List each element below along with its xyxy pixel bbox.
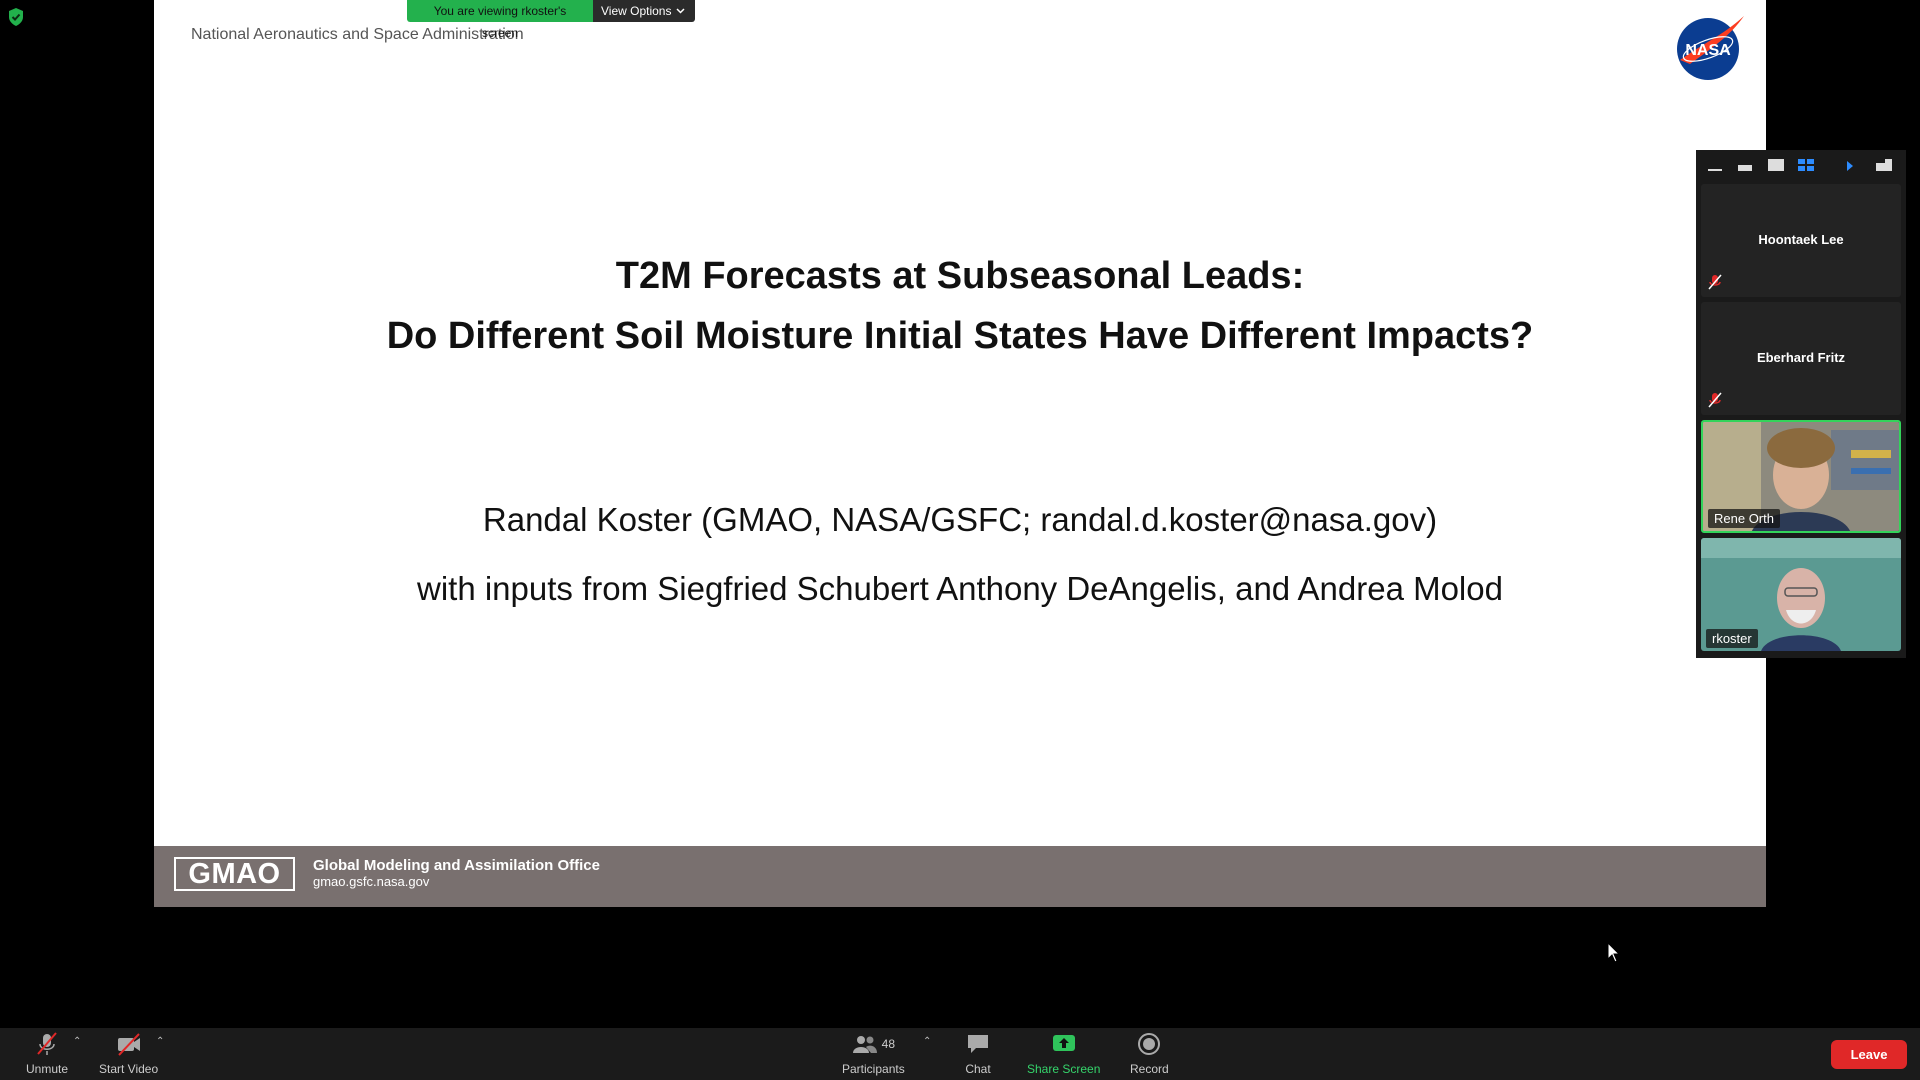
record-label: Record [1130,1062,1169,1076]
minimize-icon[interactable] [1708,159,1726,171]
nasa-logo-text: NASA [1685,42,1731,59]
record-icon [1138,1033,1161,1055]
hide-video-icon[interactable] [1738,159,1756,171]
slide-title-line1: T2M Forecasts at Subseasonal Leads: [615,255,1305,297]
exit-panel-icon[interactable] [1876,159,1894,171]
share-screen-icon [1052,1035,1075,1051]
muted-mic-icon [1708,274,1722,290]
start-video-button[interactable]: Start Video [99,1032,158,1076]
nasa-logo: NASA [1677,16,1744,80]
chat-label: Chat [965,1062,991,1076]
participants-button[interactable]: 48 Participants [842,1032,905,1076]
view-options-label: View Options [601,4,672,18]
start-video-label: Start Video [99,1062,159,1076]
nasa-agency-text: National Aeronautics and Space Administr… [191,26,524,43]
chevron-down-icon [676,8,686,14]
share-screen-button[interactable]: Share Screen [1027,1032,1100,1076]
participants-options-caret-icon[interactable]: ⌃ [923,1036,931,1047]
muted-mic-icon [1708,392,1722,408]
footer-url: gmao.gsfc.nasa.gov [313,874,430,889]
participant-name-label: Rene Orth [1708,509,1780,528]
author-line2: with inputs from Siegfried Schubert Anth… [417,570,1503,607]
footer-office-name: Global Modeling and Assimilation Office [313,857,600,874]
chat-button[interactable]: Chat [965,1032,991,1076]
participant-video-tile[interactable]: Rene Orth [1701,420,1901,533]
chat-icon [968,1035,988,1053]
leave-button[interactable]: Leave [1831,1040,1907,1069]
author-line1: Randal Koster (GMAO, NASA/GSFC; randal.d… [482,501,1438,538]
speaker-view-icon[interactable] [1768,159,1786,171]
participant-name-label: rkoster [1706,629,1758,648]
muted-mic-icon [37,1032,57,1055]
participant-name: Eberhard Fritz [1756,350,1846,365]
unmute-label: Unmute [26,1062,69,1076]
meeting-toolbar: Unmute ⌃ Start Video ⌃ 48 Participants ⌃… [0,1028,1920,1080]
video-panel-toolbar [1696,150,1906,180]
participant-tile[interactable]: Hoontaek Lee [1701,184,1901,297]
gmao-logo: GMAO [174,857,295,891]
next-page-icon[interactable] [1846,159,1864,171]
slide-footer-bar: GMAO Global Modeling and Assimilation Of… [154,846,1766,907]
record-button[interactable]: Record [1130,1032,1169,1076]
viewing-screen-label: You are viewing rkoster's screen [407,0,593,40]
video-off-icon [117,1033,140,1056]
participants-icon [852,1036,877,1053]
participants-count: 48 [881,1037,896,1051]
gallery-view-icon[interactable] [1798,159,1816,171]
shared-screen-slide: National Aeronautics and Space Administr… [154,0,1766,907]
share-screen-label: Share Screen [1027,1062,1101,1076]
unmute-button[interactable]: Unmute [26,1032,68,1076]
participant-name: Hoontaek Lee [1758,232,1844,247]
participant-video-tile[interactable]: rkoster [1701,538,1901,651]
screen-share-banner: You are viewing rkoster's screen View Op… [407,0,695,40]
video-panel: Hoontaek Lee Eberhard Fritz Rene Orth rk… [1696,150,1906,658]
participants-label: Participants [842,1062,905,1076]
audio-options-caret-icon[interactable]: ⌃ [73,1036,81,1047]
participant-tile[interactable]: Eberhard Fritz [1701,302,1901,415]
mouse-cursor-icon [1607,942,1621,963]
video-options-caret-icon[interactable]: ⌃ [156,1036,164,1047]
encryption-shield-icon[interactable] [8,8,24,26]
slide-title-line2: Do Different Soil Moisture Initial State… [386,315,1534,357]
view-options-button[interactable]: View Options [593,0,695,22]
